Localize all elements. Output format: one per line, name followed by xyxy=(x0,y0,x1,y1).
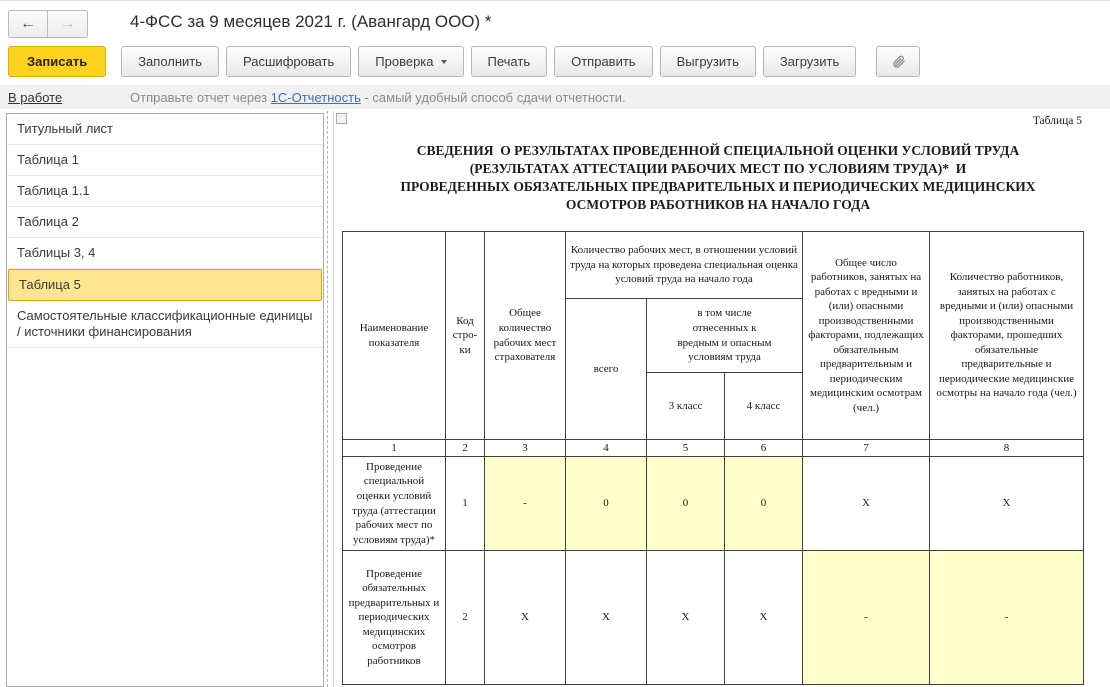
sidebar-splitter[interactable] xyxy=(327,111,328,687)
row1-col3-input[interactable]: - xyxy=(485,457,566,551)
header-name: Наименование показателя xyxy=(343,232,446,440)
header-class3: 3 класс xyxy=(647,373,725,440)
row1-col4-input[interactable]: 0 xyxy=(566,457,647,551)
toolbar: Записать Заполнить Расшифровать Проверка… xyxy=(8,46,920,77)
row1-code: 1 xyxy=(446,457,485,551)
history-nav: ← → xyxy=(8,10,88,38)
spreadsheet-area: Таблица 5 СВЕДЕНИЯ О РЕЗУЛЬТАТАХ ПРОВЕДЕ… xyxy=(333,111,1110,687)
sidebar-item-title-page[interactable]: Титульный лист xyxy=(7,114,323,145)
row2-col7-input[interactable]: - xyxy=(803,551,930,685)
row1-name: Проведение специальной оценки условий тр… xyxy=(343,457,446,551)
sidebar-item-table2[interactable]: Таблица 2 xyxy=(7,207,323,238)
status-message-prefix: Отправьте отчет через xyxy=(130,90,271,105)
print-button[interactable]: Печать xyxy=(471,46,548,77)
attachments-button[interactable] xyxy=(876,46,920,77)
colnum-4: 4 xyxy=(566,440,647,457)
window-header: ← → 4-ФСС за 9 месяцев 2021 г. (Авангард… xyxy=(0,1,1110,45)
row2-col4: X xyxy=(566,551,647,685)
row2-col5: X xyxy=(647,551,725,685)
header-code: Код стро- ки xyxy=(446,232,485,440)
arrow-left-icon: ← xyxy=(20,15,36,33)
colnum-3: 3 xyxy=(485,440,566,457)
back-button[interactable]: ← xyxy=(8,10,48,38)
fill-button[interactable]: Заполнить xyxy=(121,46,219,77)
colnum-5: 5 xyxy=(647,440,725,457)
table-row: Проведение обязательных предварительных … xyxy=(343,551,1084,685)
row2-col3: X xyxy=(485,551,566,685)
content-area: Титульный лист Таблица 1 Таблица 1.1 Таб… xyxy=(0,111,1110,687)
check-menu-label: Проверка xyxy=(375,54,433,69)
row2-col6: X xyxy=(725,551,803,685)
export-button[interactable]: Выгрузить xyxy=(660,46,756,77)
row1-col6-input[interactable]: 0 xyxy=(725,457,803,551)
arrow-right-icon: → xyxy=(60,15,76,33)
row2-code: 2 xyxy=(446,551,485,685)
header-col8: Количество работников, занятых на работа… xyxy=(930,232,1084,440)
spreadsheet-corner-box xyxy=(336,113,347,124)
row2-name: Проведение обязательных предварительных … xyxy=(343,551,446,685)
table-title: СВЕДЕНИЯ О РЕЗУЛЬТАТАХ ПРОВЕДЕННОЙ СПЕЦИ… xyxy=(344,142,1092,214)
sidebar-item-tables3-4[interactable]: Таблицы 3, 4 xyxy=(7,238,323,269)
report-state-link[interactable]: В работе xyxy=(8,90,62,105)
1c-reporting-link[interactable]: 1С-Отчетность xyxy=(271,90,361,105)
status-message-suffix: - самый удобный способ сдачи отчетности. xyxy=(361,90,626,105)
page-title: 4-ФСС за 9 месяцев 2021 г. (Авангард ООО… xyxy=(130,12,492,32)
sidebar-item-table1-1[interactable]: Таблица 1.1 xyxy=(7,176,323,207)
row1-col5-input[interactable]: 0 xyxy=(647,457,725,551)
row1-col7: X xyxy=(803,457,930,551)
forward-button[interactable]: → xyxy=(48,10,88,38)
check-menu-button[interactable]: Проверка xyxy=(358,46,463,77)
decrypt-button[interactable]: Расшифровать xyxy=(226,46,351,77)
send-button[interactable]: Отправить xyxy=(554,46,652,77)
sidebar-item-classification-units[interactable]: Самостоятельные классификационные единиц… xyxy=(7,301,323,348)
status-bar: В работе Отправьте отчет через 1С-Отчетн… xyxy=(0,85,1110,109)
table-row: Проведение специальной оценки условий тр… xyxy=(343,457,1084,551)
header-class4: 4 класс xyxy=(725,373,803,440)
header-col7: Общее число работников, занятых на работ… xyxy=(803,232,930,440)
header-group-harmful: в том числе отнесенных к вредным и опасн… xyxy=(647,299,803,373)
colnum-6: 6 xyxy=(725,440,803,457)
header-total-places: Общее количество рабочих мест страховате… xyxy=(485,232,566,440)
row2-col8-input[interactable]: - xyxy=(930,551,1084,685)
colnum-1: 1 xyxy=(343,440,446,457)
sidebar-item-table1[interactable]: Таблица 1 xyxy=(7,145,323,176)
colnum-8: 8 xyxy=(930,440,1084,457)
header-group-special-assessment: Количество рабочих мест, в отношении усл… xyxy=(566,232,803,299)
sidebar-item-table5[interactable]: Таблица 5 xyxy=(8,269,322,301)
status-message: Отправьте отчет через 1С-Отчетность - са… xyxy=(130,90,626,105)
table-caption: Таблица 5 xyxy=(1033,115,1082,127)
import-button[interactable]: Загрузить xyxy=(763,46,856,77)
save-button[interactable]: Записать xyxy=(8,46,106,77)
chevron-down-icon xyxy=(441,60,447,64)
header-total: всего xyxy=(566,299,647,440)
colnum-2: 2 xyxy=(446,440,485,457)
table5: Наименование показателя Код стро- ки Общ… xyxy=(342,231,1084,685)
row1-col8: X xyxy=(930,457,1084,551)
report-sections-sidebar: Титульный лист Таблица 1 Таблица 1.1 Таб… xyxy=(6,113,324,687)
paperclip-icon xyxy=(891,54,906,69)
colnum-7: 7 xyxy=(803,440,930,457)
